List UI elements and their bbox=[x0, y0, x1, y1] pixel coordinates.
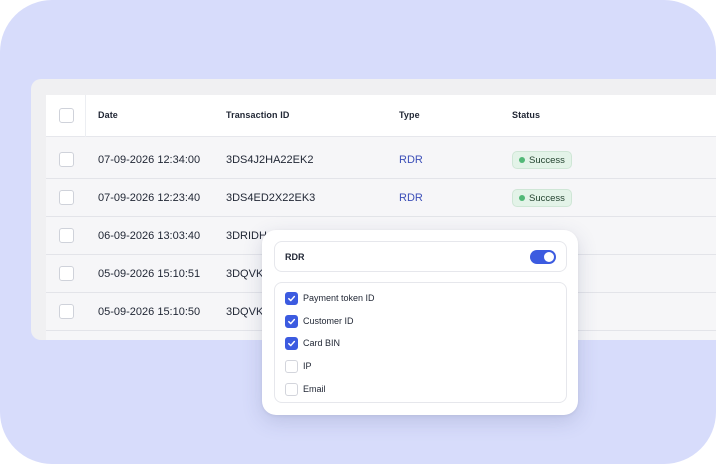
check-icon bbox=[288, 295, 296, 301]
row-checkbox[interactable] bbox=[59, 228, 74, 243]
row-checkbox[interactable] bbox=[59, 266, 74, 281]
row-checkbox[interactable] bbox=[59, 190, 74, 205]
header-transaction-id[interactable]: Transaction ID bbox=[226, 110, 289, 120]
row-transaction-id: 3DS4J2HA22EK2 bbox=[226, 154, 314, 166]
status-badge: Success bbox=[512, 151, 572, 169]
rdr-options-list: Payment token ID Customer ID Card BIN IP… bbox=[274, 282, 567, 403]
rdr-title: RDR bbox=[285, 252, 305, 262]
checkbox-checked[interactable] bbox=[285, 314, 298, 328]
toggle-knob bbox=[544, 252, 554, 262]
rdr-toggle-switch[interactable] bbox=[530, 250, 556, 264]
option-email[interactable]: Email bbox=[285, 382, 326, 396]
check-icon bbox=[288, 340, 296, 346]
option-label: Email bbox=[303, 384, 326, 394]
row-transaction-id: 3DQVK bbox=[226, 268, 264, 280]
row-transaction-id: 3DS4ED2X22EK3 bbox=[226, 192, 316, 204]
checkbox-checked[interactable] bbox=[285, 291, 298, 305]
column-divider bbox=[85, 95, 86, 137]
table-header: Date Transaction ID Type Status bbox=[46, 95, 716, 137]
row-date: 07-09-2026 12:34:00 bbox=[98, 154, 201, 166]
header-status[interactable]: Status bbox=[512, 110, 540, 120]
status-badge: Success bbox=[512, 189, 572, 207]
option-label: Card BIN bbox=[303, 338, 341, 348]
option-customer-id[interactable]: Customer ID bbox=[285, 314, 354, 328]
checkbox-checked[interactable] bbox=[285, 336, 298, 350]
row-transaction-id: 3DRIDH bbox=[226, 230, 267, 242]
option-label: Customer ID bbox=[303, 316, 354, 326]
row-date: 06-09-2026 13:03:40 bbox=[98, 230, 201, 242]
check-icon bbox=[288, 318, 296, 324]
row-date: 07-09-2026 12:23:40 bbox=[98, 192, 201, 204]
checkbox-unchecked[interactable] bbox=[285, 382, 298, 396]
success-dot-icon bbox=[519, 195, 525, 201]
option-payment-token-id[interactable]: Payment token ID bbox=[285, 291, 375, 305]
row-date: 05-09-2026 15:10:51 bbox=[98, 268, 201, 280]
option-label: IP bbox=[303, 361, 312, 371]
row-type-link[interactable]: RDR bbox=[399, 154, 423, 166]
select-all-checkbox[interactable] bbox=[59, 108, 74, 123]
row-checkbox[interactable] bbox=[59, 152, 74, 167]
table-row[interactable]: 07-09-2026 12:34:00 3DS4J2HA22EK2 RDR Su… bbox=[46, 141, 716, 179]
row-transaction-id: 3DQVK bbox=[226, 306, 264, 318]
table-row[interactable]: 07-09-2026 12:23:40 3DS4ED2X22EK3 RDR Su… bbox=[46, 179, 716, 217]
option-label: Payment token ID bbox=[303, 293, 375, 303]
checkbox-unchecked[interactable] bbox=[285, 359, 298, 373]
row-checkbox[interactable] bbox=[59, 304, 74, 319]
header-type[interactable]: Type bbox=[399, 110, 420, 120]
status-label: Success bbox=[529, 192, 565, 204]
success-dot-icon bbox=[519, 157, 525, 163]
row-type-link[interactable]: RDR bbox=[399, 192, 423, 204]
status-label: Success bbox=[529, 154, 565, 166]
rdr-settings-popover: RDR Payment token ID Customer ID Card BI… bbox=[262, 230, 578, 415]
header-date[interactable]: Date bbox=[98, 110, 118, 120]
option-ip[interactable]: IP bbox=[285, 359, 312, 373]
option-card-bin[interactable]: Card BIN bbox=[285, 336, 340, 350]
rdr-toggle-row: RDR bbox=[274, 241, 567, 272]
row-date: 05-09-2026 15:10:50 bbox=[98, 306, 201, 318]
